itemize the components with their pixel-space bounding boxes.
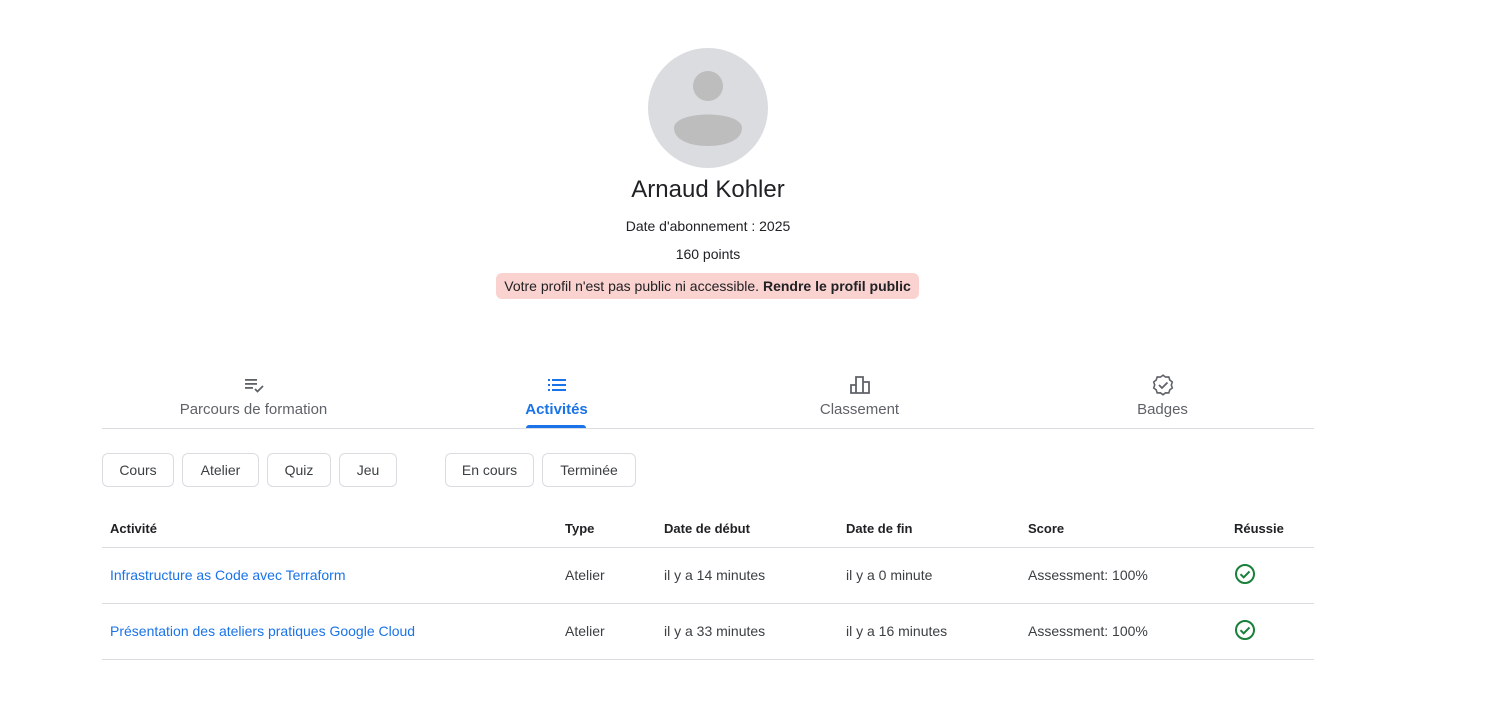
activity-link[interactable]: Présentation des ateliers pratiques Goog… xyxy=(110,623,415,639)
activity-type: Atelier xyxy=(565,567,605,583)
tab-leaderboard[interactable]: Classement xyxy=(708,366,1011,428)
end-date: il y a 0 minute xyxy=(846,567,933,583)
person-icon xyxy=(648,48,768,168)
profile-tabs: Parcours de formation Activités Classeme… xyxy=(102,366,1314,429)
filter-chip-jeu[interactable]: Jeu xyxy=(339,453,397,487)
playlist-check-icon xyxy=(243,374,265,396)
leaderboard-icon xyxy=(849,374,871,396)
table-row: Infrastructure as Code avec Terraform At… xyxy=(102,548,1314,604)
column-header-passed: Réussie xyxy=(1234,521,1284,536)
score: Assessment: 100% xyxy=(1028,623,1148,639)
start-date: il y a 33 minutes xyxy=(664,623,766,639)
score: Assessment: 100% xyxy=(1028,567,1148,583)
start-date: il y a 14 minutes xyxy=(664,567,766,583)
tab-label: Badges xyxy=(1137,401,1188,418)
list-icon xyxy=(546,374,568,396)
profile-name: Arnaud Kohler xyxy=(631,176,785,203)
active-tab-indicator xyxy=(526,425,586,428)
avatar xyxy=(648,48,768,168)
tab-badges[interactable]: Badges xyxy=(1011,366,1314,428)
filter-chip-in-progress[interactable]: En cours xyxy=(445,453,534,487)
column-header-activity: Activité xyxy=(110,521,157,536)
activities-table: Activité Type Date de début Date de fin … xyxy=(102,510,1314,660)
filter-chip-atelier[interactable]: Atelier xyxy=(182,453,259,487)
table-row: Présentation des ateliers pratiques Goog… xyxy=(102,604,1314,660)
subscription-date: Date d'abonnement : 2025 xyxy=(625,218,791,234)
points-count: 160 points xyxy=(675,246,741,262)
filter-chip-completed[interactable]: Terminée xyxy=(542,453,636,487)
filter-chip-quiz[interactable]: Quiz xyxy=(267,453,331,487)
private-profile-notice: Votre profil n'est pas public ni accessi… xyxy=(496,273,919,299)
tab-label: Parcours de formation xyxy=(179,401,328,418)
activity-link[interactable]: Infrastructure as Code avec Terraform xyxy=(110,567,346,583)
table-header: Activité Type Date de début Date de fin … xyxy=(102,510,1314,548)
column-header-score: Score xyxy=(1028,521,1065,536)
tab-label: Activités xyxy=(525,401,588,418)
verified-badge-icon xyxy=(1152,374,1174,396)
make-profile-public-link[interactable]: Rendre le profil public xyxy=(763,278,911,294)
profile-page: Arnaud Kohler Date d'abonnement : 2025 1… xyxy=(0,0,1509,714)
column-header-start-date: Date de début xyxy=(664,521,750,536)
end-date: il y a 16 minutes xyxy=(846,623,948,639)
filter-chip-cours[interactable]: Cours xyxy=(102,453,174,487)
tab-learning-paths[interactable]: Parcours de formation xyxy=(102,366,405,428)
tab-activities[interactable]: Activités xyxy=(405,366,708,428)
column-header-end-date: Date de fin xyxy=(846,521,913,536)
check-circle-icon xyxy=(1234,563,1256,585)
column-header-type: Type xyxy=(565,521,595,536)
activity-type: Atelier xyxy=(565,623,605,639)
check-circle-icon xyxy=(1234,619,1256,641)
tab-label: Classement xyxy=(819,401,900,418)
notice-text: Votre profil n'est pas public ni accessi… xyxy=(504,278,760,294)
